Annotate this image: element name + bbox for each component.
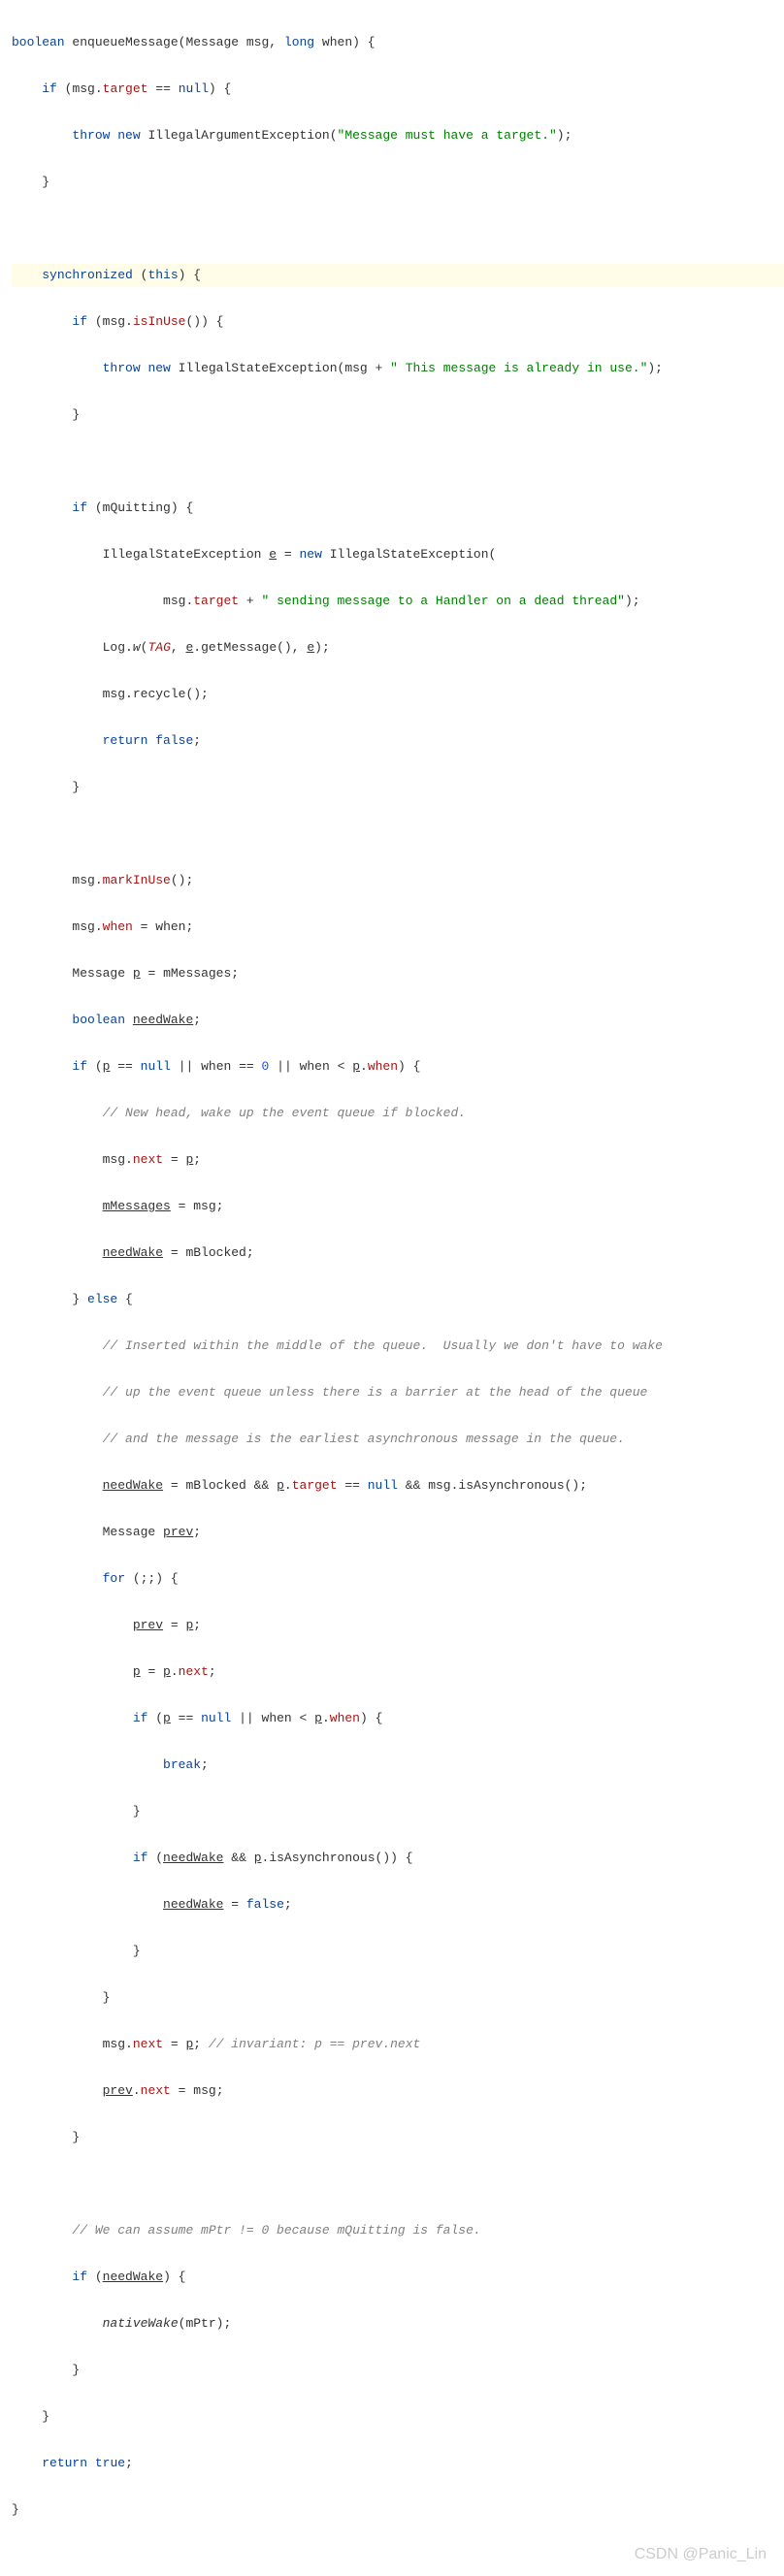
code-line: msg.next = p; // invariant: p == prev.ne… (12, 2033, 784, 2056)
code-line: needWake = mBlocked && p.target == null … (12, 1474, 784, 1497)
code-line: if (p == null || when == 0 || when < p.w… (12, 1055, 784, 1079)
code-line: msg.markInUse(); (12, 869, 784, 892)
code-line: synchronized (this) { (12, 264, 784, 287)
code-line: } (12, 2405, 784, 2429)
code-line: break; (12, 1754, 784, 1777)
code-line: } (12, 403, 784, 427)
code-line (12, 2173, 784, 2196)
code-line: prev = p; (12, 1614, 784, 1637)
code-line: msg.target + " sending message to a Hand… (12, 590, 784, 613)
code-line: if (msg.isInUse()) { (12, 310, 784, 334)
code-line: Message prev; (12, 1521, 784, 1544)
code-line: // up the event queue unless there is a … (12, 1381, 784, 1404)
code-line: // New head, wake up the event queue if … (12, 1102, 784, 1125)
code-line: } (12, 171, 784, 194)
code-line: Message p = mMessages; (12, 962, 784, 985)
code-line: return true; (12, 2452, 784, 2475)
code-line: p = p.next; (12, 1660, 784, 1684)
code-line: if (p == null || when < p.when) { (12, 1707, 784, 1730)
code-line: IllegalStateException e = new IllegalSta… (12, 543, 784, 566)
code-line: needWake = mBlocked; (12, 1241, 784, 1265)
code-line: boolean needWake; (12, 1009, 784, 1032)
code-line: } (12, 1940, 784, 1963)
code-line: throw new IllegalArgumentException("Mess… (12, 124, 784, 147)
code-line: prev.next = msg; (12, 2079, 784, 2103)
code-line (12, 822, 784, 846)
code-line: } (12, 2498, 784, 2522)
code-line: if (needWake && p.isAsynchronous()) { (12, 1847, 784, 1870)
code-line: // and the message is the earliest async… (12, 1428, 784, 1451)
code-line: for (;;) { (12, 1567, 784, 1591)
code-line: throw new IllegalStateException(msg + " … (12, 357, 784, 380)
code-line: } (12, 1986, 784, 2010)
code-line: Log.w(TAG, e.getMessage(), e); (12, 636, 784, 660)
code-line: } (12, 2126, 784, 2149)
code-line (12, 450, 784, 473)
code-line: boolean enqueueMessage(Message msg, long… (12, 31, 784, 54)
code-line: return false; (12, 729, 784, 753)
code-line: msg.recycle(); (12, 683, 784, 706)
code-line: // Inserted within the middle of the que… (12, 1335, 784, 1358)
code-block: boolean enqueueMessage(Message msg, long… (0, 0, 784, 2576)
code-line (12, 217, 784, 241)
code-line: if (mQuitting) { (12, 497, 784, 520)
code-line: } (12, 2359, 784, 2382)
code-line: mMessages = msg; (12, 1195, 784, 1218)
code-line: needWake = false; (12, 1893, 784, 1916)
code-line: if (needWake) { (12, 2266, 784, 2289)
code-line: } (12, 776, 784, 799)
code-line: msg.when = when; (12, 916, 784, 939)
code-line: if (msg.target == null) { (12, 78, 784, 101)
code-line: } else { (12, 1288, 784, 1311)
code-line: nativeWake(mPtr); (12, 2312, 784, 2335)
code-line: } (12, 1800, 784, 1823)
code-line: // We can assume mPtr != 0 because mQuit… (12, 2219, 784, 2242)
watermark-text: CSDN @Panic_Lin (635, 2543, 767, 2566)
code-line: msg.next = p; (12, 1148, 784, 1172)
